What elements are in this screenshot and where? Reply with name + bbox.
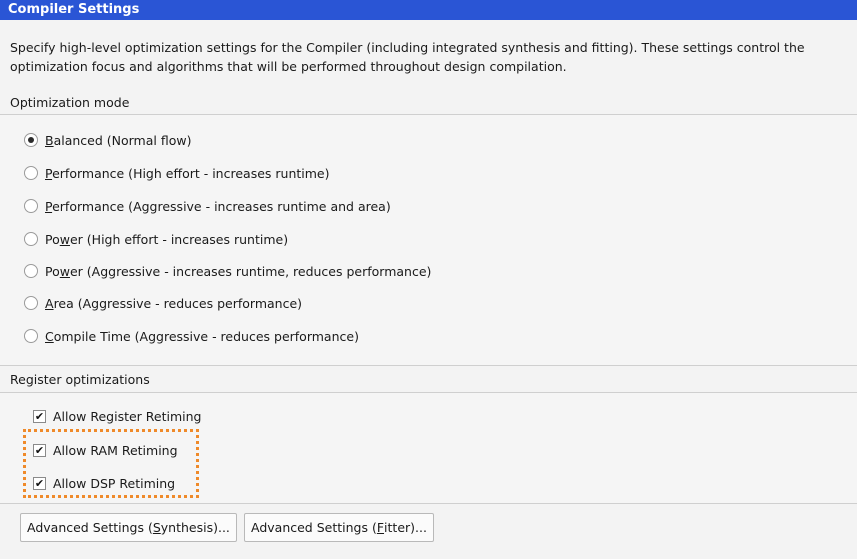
checkbox-allow-register-retiming[interactable]: ✔ Allow Register Retiming xyxy=(33,406,201,426)
radio-area-aggressive[interactable]: Area (Aggressive - reduces performance) xyxy=(24,293,302,313)
radio-label: Area (Aggressive - reduces performance) xyxy=(45,295,303,311)
radio-button[interactable] xyxy=(24,296,38,310)
register-optimizations-label: Register optimizations xyxy=(10,372,150,387)
radio-performance-high-effort[interactable]: Performance (High effort - increases run… xyxy=(24,163,330,183)
description-line-2: optimization focus and algorithms that w… xyxy=(10,59,567,74)
optimization-mode-label: Optimization mode xyxy=(10,95,130,110)
radio-button[interactable] xyxy=(24,264,38,278)
radio-button[interactable] xyxy=(24,199,38,213)
radio-button[interactable] xyxy=(24,166,38,180)
panel-title: Compiler Settings xyxy=(8,2,140,17)
radio-label: Power (High effort - increases runtime) xyxy=(45,231,289,247)
radio-power-high-effort[interactable]: Power (High effort - increases runtime) xyxy=(24,229,288,249)
radio-button[interactable] xyxy=(24,232,38,246)
radio-performance-aggressive[interactable]: Performance (Aggressive - increases runt… xyxy=(24,196,391,216)
checkbox-label: Allow Register Retiming xyxy=(53,408,202,424)
description-line-1: Specify high-level optimization settings… xyxy=(10,40,805,55)
radio-label: Compile Time (Aggressive - reduces perfo… xyxy=(45,328,359,344)
radio-button[interactable] xyxy=(24,329,38,343)
radio-label: Power (Aggressive - increases runtime, r… xyxy=(45,263,432,279)
radio-button-selected[interactable] xyxy=(24,133,38,147)
radio-label: Performance (High effort - increases run… xyxy=(45,165,330,181)
radio-power-aggressive[interactable]: Power (Aggressive - increases runtime, r… xyxy=(24,261,431,281)
panel-title-bar: Compiler Settings xyxy=(0,0,857,20)
panel-description: Specify high-level optimization settings… xyxy=(10,38,855,76)
radio-label: Performance (Aggressive - increases runt… xyxy=(45,198,391,214)
checkbox-checked[interactable]: ✔ xyxy=(33,409,46,423)
highlight-annotation-box xyxy=(23,429,199,498)
radio-compile-time-aggressive[interactable]: Compile Time (Aggressive - reduces perfo… xyxy=(24,326,359,346)
advanced-settings-fitter-button[interactable]: Advanced Settings (Fitter)... xyxy=(244,513,434,542)
advanced-settings-synthesis-button[interactable]: Advanced Settings (Synthesis)... xyxy=(20,513,237,542)
radio-balanced[interactable]: Balanced (Normal flow) xyxy=(24,130,191,150)
radio-label: Balanced (Normal flow) xyxy=(45,132,192,148)
